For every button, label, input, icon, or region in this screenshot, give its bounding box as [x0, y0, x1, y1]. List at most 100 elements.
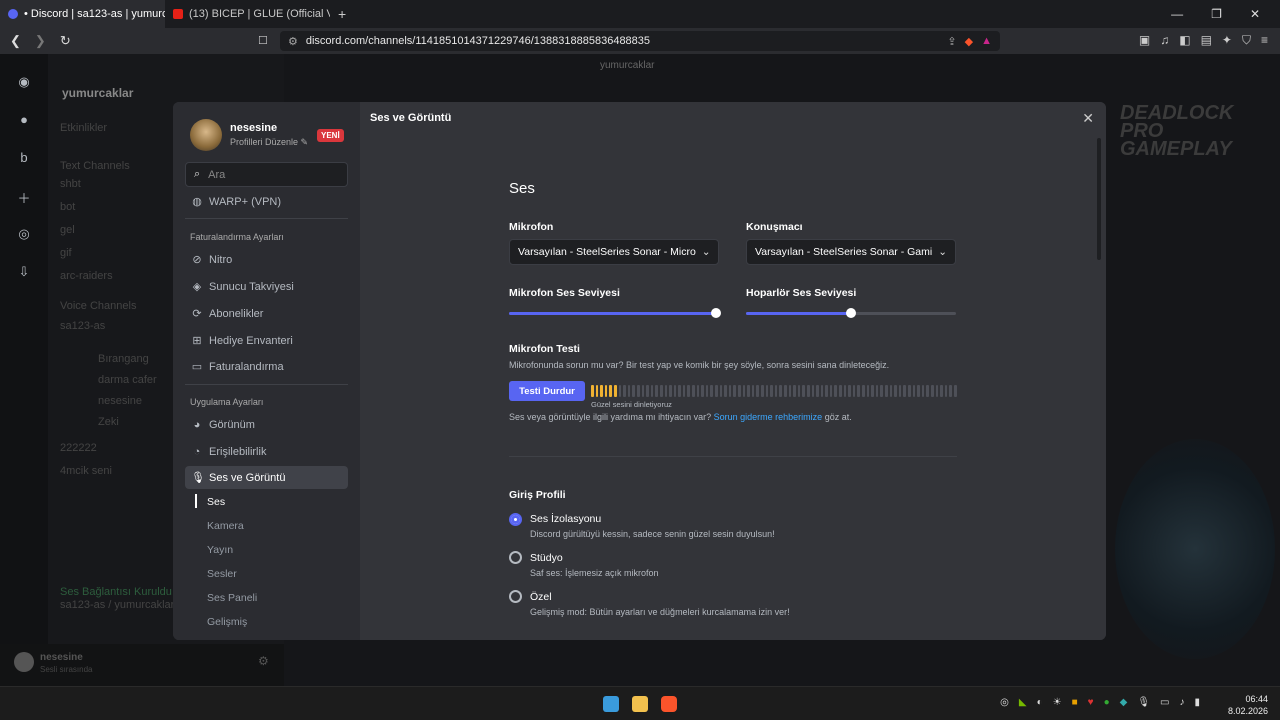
windows-start-icon[interactable]: [603, 696, 619, 712]
mic-volume-slider[interactable]: [509, 308, 721, 318]
discord-home-icon[interactable]: ◉: [15, 74, 33, 92]
sidebar-item-subscriptions[interactable]: ⟳ Abonelikler: [185, 302, 348, 325]
sidebar-item-appearance[interactable]: ◕ Görünüm: [185, 413, 348, 436]
share-icon[interactable]: ⇪: [947, 35, 956, 48]
forward-icon[interactable]: ❯: [35, 33, 46, 49]
explore-icon[interactable]: ◎: [15, 226, 33, 244]
sidebar-item-gift-inventory[interactable]: ⊞ Hediye Envanteri: [185, 329, 348, 352]
maximize-icon[interactable]: ❐: [1211, 7, 1222, 21]
subitem-advanced[interactable]: Gelişmiş: [207, 616, 247, 628]
microphone-select[interactable]: Varsayılan - SteelSeries Sonar - Micro ⌄: [509, 239, 719, 265]
mic-test-title: Mikrofon Testi: [509, 343, 580, 355]
scrollbar[interactable]: [1097, 138, 1101, 260]
sidebar-icon[interactable]: ◧: [1179, 33, 1190, 48]
sidebar-item-billing[interactable]: ▭ Faturalandırma: [185, 355, 348, 378]
menu-icon[interactable]: ≡: [1261, 33, 1268, 48]
voice-user-row[interactable]: Zeki: [98, 416, 119, 428]
channel-row[interactable]: shbt: [60, 178, 81, 190]
divider: [509, 456, 957, 457]
voice-channel-row[interactable]: sa123-as: [60, 320, 105, 332]
meter-segment: [834, 385, 838, 397]
tray-app-icon[interactable]: ☀: [1053, 697, 1062, 708]
radio-custom[interactable]: [509, 590, 522, 603]
clock[interactable]: 06:44 8.02.2026: [1228, 693, 1268, 717]
back-icon[interactable]: ❮: [10, 33, 21, 49]
reload-icon[interactable]: ↻: [60, 33, 71, 49]
meter-segment: [848, 385, 851, 397]
subitem-camera[interactable]: Kamera: [207, 520, 244, 532]
voice-channel-row[interactable]: 222222: [60, 442, 97, 454]
channel-row[interactable]: gif: [60, 247, 72, 259]
server-icon[interactable]: ●: [15, 112, 33, 130]
network-icon[interactable]: ▭: [1160, 697, 1169, 708]
brave-shield-icon[interactable]: ◆: [965, 35, 973, 48]
tab-youtube[interactable]: (13) BICEP | GLUE (Official Video) - Yo: [165, 0, 330, 28]
divider: [185, 384, 348, 385]
speaker-volume-handle[interactable]: [846, 308, 856, 318]
bookmark-icon[interactable]: ☐: [258, 34, 268, 47]
profile-card[interactable]: nesesine Profilleri Düzenle ✎: [190, 119, 308, 151]
category-row[interactable]: Text Channels: [60, 160, 130, 172]
avatar[interactable]: [14, 652, 34, 672]
tray-app-icon[interactable]: ●: [1104, 697, 1110, 708]
brave-browser-icon[interactable]: [661, 696, 677, 712]
add-server-icon[interactable]: ＋: [15, 188, 33, 206]
voice-user-row[interactable]: Bırangang: [98, 353, 149, 365]
nvidia-icon[interactable]: ◣: [1019, 697, 1027, 708]
speaker-volume-slider[interactable]: [746, 308, 956, 318]
sidebar-item-accessibility[interactable]: ◔ Erişilebilirlik: [185, 440, 348, 463]
channel-row[interactable]: gel: [60, 224, 75, 236]
channel-row[interactable]: bot: [60, 201, 75, 213]
sidebar-item-server-boost[interactable]: ◈ Sunucu Takviyesi: [185, 275, 348, 298]
tray-app-icon[interactable]: ◆: [1120, 697, 1128, 708]
speaker-select[interactable]: Varsayılan - SteelSeries Sonar - Gami ⌄: [746, 239, 956, 265]
voice-channel-row[interactable]: 4mcik seni: [60, 465, 112, 477]
new-tab-button[interactable]: +: [330, 6, 354, 22]
mic-volume-handle[interactable]: [711, 308, 721, 318]
sidebar-item-vpn[interactable]: ◍ WARP+ (VPN): [185, 190, 348, 213]
tray-app-icon[interactable]: ◐: [1037, 697, 1043, 708]
meter-segment: [885, 385, 888, 397]
close-window-icon[interactable]: ✕: [1250, 7, 1260, 21]
music-icon[interactable]: ♫: [1160, 33, 1169, 48]
settings-gear-icon[interactable]: ⚙: [258, 654, 269, 668]
brave-rewards-icon[interactable]: ▲: [981, 35, 992, 48]
close-icon[interactable]: ✕: [1082, 110, 1094, 127]
url-field[interactable]: ⚙ discord.com/channels/11418510143712297…: [280, 31, 1000, 51]
stop-test-button[interactable]: Testi Durdur: [509, 381, 585, 401]
channel-row[interactable]: Etkinlikler: [60, 122, 107, 134]
wallet-icon[interactable]: ▤: [1201, 33, 1212, 48]
category-row[interactable]: Voice Channels: [60, 300, 136, 312]
sidebar-item-nitro[interactable]: ⊘ Nitro: [185, 248, 348, 271]
voice-user-row[interactable]: darma cafer: [98, 374, 157, 386]
subitem-sounds[interactable]: Sesler: [207, 568, 237, 580]
file-explorer-icon[interactable]: [632, 696, 648, 712]
troubleshooting-link[interactable]: Sorun giderme rehberimize: [714, 412, 823, 422]
volume-icon[interactable]: ♪: [1179, 697, 1184, 708]
tab-discord[interactable]: • Discord | sa123-as | yumurc ✕: [0, 0, 165, 28]
subitem-stream[interactable]: Yayın: [207, 544, 233, 556]
subitem-voice[interactable]: Ses: [207, 496, 225, 508]
microphone-icon[interactable]: 🎙: [1137, 697, 1150, 708]
server-b-icon[interactable]: b: [15, 150, 33, 168]
site-info-icon[interactable]: ⚙: [288, 35, 298, 48]
screenshot-icon[interactable]: ▣: [1139, 33, 1150, 48]
meter-segment: [898, 385, 902, 397]
sidebar-item-voice-video[interactable]: 🎙 Ses ve Görüntü: [185, 466, 348, 489]
leo-icon[interactable]: ✦: [1222, 33, 1232, 48]
search-input[interactable]: ⌕ Ara: [185, 162, 348, 187]
download-icon[interactable]: ⇩: [15, 264, 33, 282]
tray-app-icon[interactable]: ◎: [1000, 697, 1009, 708]
radio-voice-isolation[interactable]: [509, 513, 522, 526]
vpn-icon[interactable]: ⛉: [1242, 33, 1251, 48]
edit-profiles-link[interactable]: Profilleri Düzenle: [230, 137, 298, 147]
minimize-icon[interactable]: —: [1171, 7, 1183, 21]
subitem-soundboard[interactable]: Ses Paneli: [207, 592, 257, 604]
voice-user-row[interactable]: nesesine: [98, 395, 142, 407]
battery-icon[interactable]: ▮: [1194, 697, 1200, 708]
server-name[interactable]: yumurcaklar: [62, 86, 133, 100]
radio-studio[interactable]: [509, 551, 522, 564]
tray-app-icon[interactable]: ♥: [1088, 697, 1094, 708]
tray-app-icon[interactable]: ■: [1072, 697, 1078, 708]
channel-row[interactable]: arc-raiders: [60, 270, 113, 282]
